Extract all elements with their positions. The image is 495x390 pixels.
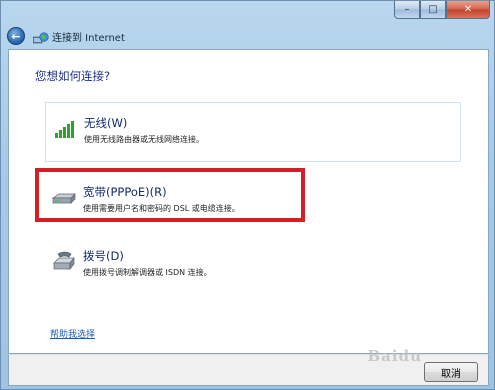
close-button[interactable]: ✕ <box>446 1 490 19</box>
option-dialup[interactable]: 拨号(D) 使用拨号调制解调器或 ISDN 连接。 <box>45 236 461 296</box>
dialup-modem-icon <box>51 248 77 274</box>
window-frame: – □ ✕ ← 连接到 Internet 您想如何连接? 无线(W) 使用无线路… <box>0 0 495 390</box>
watermark-logo: Baidu <box>367 347 422 365</box>
window-controls: – □ ✕ <box>394 1 490 21</box>
cancel-button[interactable]: 取消 <box>424 362 478 382</box>
title-bar: – □ ✕ <box>1 1 495 25</box>
back-button[interactable]: ← <box>7 27 25 45</box>
option-title: 拨号(D) <box>83 249 124 263</box>
window-title: 连接到 Internet <box>52 32 125 44</box>
option-title: 无线(W) <box>84 116 128 130</box>
maximize-button[interactable]: □ <box>420 1 446 19</box>
network-globe-icon <box>32 30 49 44</box>
option-wireless[interactable]: 无线(W) 使用无线路由器或无线网络连接。 <box>45 102 461 162</box>
option-description: 使用无线路由器或无线网络连接。 <box>84 135 204 144</box>
page-title: 您想如何连接? <box>35 69 111 83</box>
minimize-button[interactable]: – <box>394 1 420 19</box>
back-arrow-icon: ← <box>11 29 21 43</box>
navigation-bar: ← 连接到 Internet <box>1 23 495 49</box>
highlight-box <box>35 168 305 222</box>
wireless-signal-icon <box>52 115 78 141</box>
help-me-choose-link[interactable]: 帮助我选择 <box>50 327 95 340</box>
content-panel: 您想如何连接? 无线(W) 使用无线路由器或无线网络连接。 宽带(PPPoE)(… <box>8 49 489 354</box>
option-description: 使用拨号调制解调器或 ISDN 连接。 <box>83 268 212 277</box>
